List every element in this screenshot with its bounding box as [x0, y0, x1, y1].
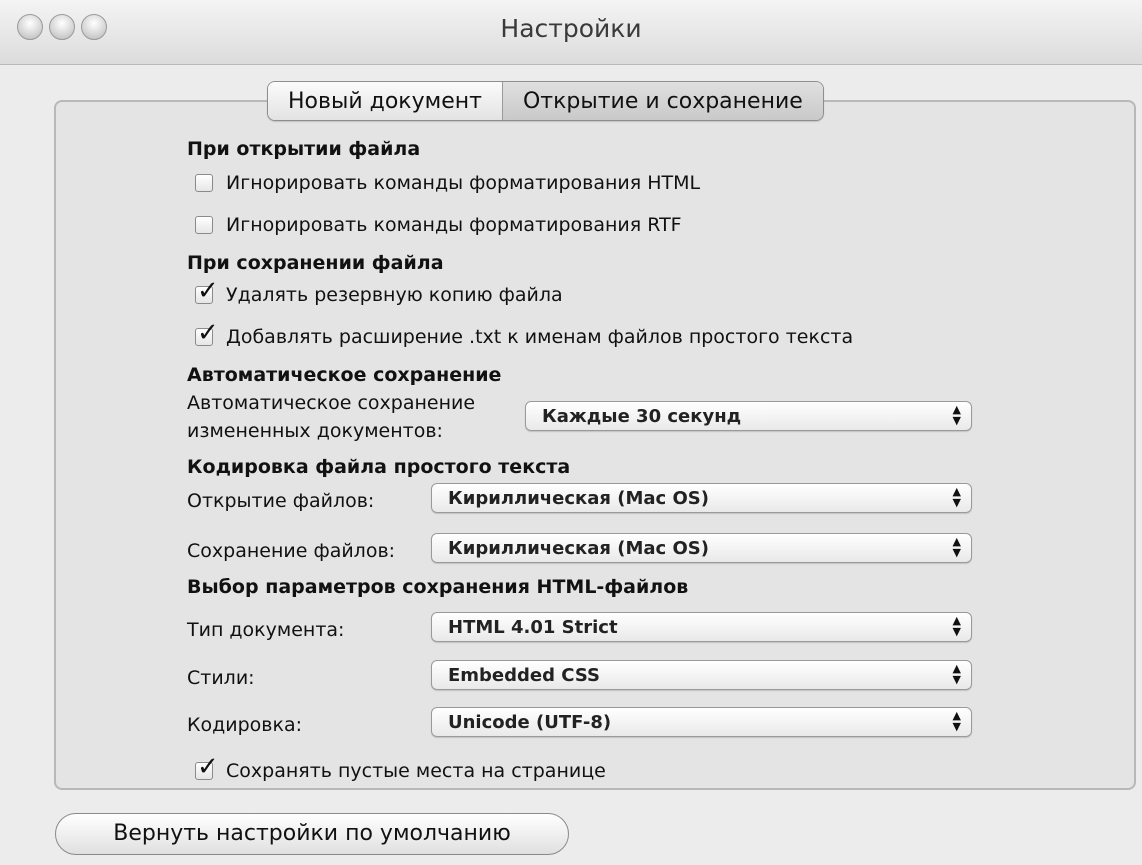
html-encoding-label: Кодировка:	[187, 714, 303, 736]
preserve-whitespace-label: Сохранять пустые места на странице	[226, 760, 606, 782]
delete-backup-label: Удалять резервную копию файла	[226, 284, 563, 306]
popup-arrows-icon: ▲ ▼	[952, 662, 961, 686]
popup-arrows-icon: ▲ ▼	[952, 403, 961, 427]
title-bar: Настройки	[0, 0, 1142, 65]
autosave-label-line1: Автоматическое сохранение	[187, 392, 476, 414]
add-txt-checkbox[interactable]: ✓	[195, 320, 219, 346]
ignore-html-checkbox-row[interactable]: Игнорировать команды форматирования HTML	[195, 172, 700, 194]
ignore-html-checkbox[interactable]	[195, 174, 213, 192]
autosave-interval-popup[interactable]: Каждые 30 секунд ▲ ▼	[525, 401, 972, 431]
save-section-title: При сохранении файла	[187, 252, 444, 274]
checkmark-icon: ✓	[197, 752, 219, 782]
save-encoding-label: Сохранение файлов:	[187, 540, 396, 562]
open-encoding-popup[interactable]: Кириллическая (Mac OS) ▲ ▼	[431, 483, 972, 513]
popup-arrows-icon: ▲ ▼	[952, 709, 961, 733]
open-section-title: При открытии файла	[187, 138, 421, 160]
window-title: Настройки	[500, 14, 642, 43]
preserve-whitespace-checkbox-row[interactable]: ✓ Сохранять пустые места на странице	[195, 754, 606, 782]
autosave-section-title: Автоматическое сохранение	[187, 364, 502, 386]
styles-label: Стили:	[187, 667, 255, 689]
html-encoding-popup[interactable]: Unicode (UTF-8) ▲ ▼	[431, 707, 972, 737]
add-txt-label: Добавлять расширение .txt к именам файло…	[226, 326, 854, 348]
html-encoding-value: Unicode (UTF-8)	[448, 712, 612, 733]
autosave-label-line2: измененных документов:	[187, 420, 443, 442]
styles-value: Embedded CSS	[448, 665, 600, 686]
tab-bar: Новый документ Открытие и сохранение	[267, 81, 824, 121]
doctype-label: Тип документа:	[187, 619, 345, 641]
add-txt-checkbox-row[interactable]: ✓ Добавлять расширение .txt к именам фай…	[195, 320, 854, 348]
open-encoding-value: Кириллическая (Mac OS)	[448, 488, 709, 509]
reset-defaults-button[interactable]: Вернуть настройки по умолчанию	[55, 813, 569, 855]
delete-backup-checkbox-row[interactable]: ✓ Удалять резервную копию файла	[195, 278, 563, 306]
ignore-rtf-checkbox-row[interactable]: Игнорировать команды форматирования RTF	[195, 214, 682, 236]
html-section-title: Выбор параметров сохранения HTML-файлов	[187, 576, 689, 598]
doctype-popup[interactable]: HTML 4.01 Strict ▲ ▼	[431, 612, 972, 642]
styles-popup[interactable]: Embedded CSS ▲ ▼	[431, 660, 972, 690]
doctype-value: HTML 4.01 Strict	[448, 617, 618, 638]
checkmark-icon: ✓	[197, 276, 219, 306]
save-encoding-popup[interactable]: Кириллическая (Mac OS) ▲ ▼	[431, 533, 972, 563]
popup-arrows-icon: ▲ ▼	[952, 614, 961, 638]
ignore-rtf-checkbox[interactable]	[195, 216, 213, 234]
preserve-whitespace-checkbox[interactable]: ✓	[195, 754, 219, 780]
tab-new-document[interactable]: Новый документ	[268, 82, 502, 120]
popup-arrows-icon: ▲ ▼	[952, 485, 961, 509]
delete-backup-checkbox[interactable]: ✓	[195, 278, 219, 304]
checkmark-icon: ✓	[197, 318, 219, 348]
save-encoding-value: Кириллическая (Mac OS)	[448, 538, 709, 559]
popup-arrows-icon: ▲ ▼	[952, 535, 961, 559]
ignore-html-label: Игнорировать команды форматирования HTML	[226, 172, 701, 194]
ignore-rtf-label: Игнорировать команды форматирования RTF	[226, 214, 682, 236]
encoding-section-title: Кодировка файла простого текста	[187, 456, 571, 478]
tab-open-save[interactable]: Открытие и сохранение	[501, 82, 823, 120]
autosave-interval-value: Каждые 30 секунд	[542, 406, 742, 427]
open-encoding-label: Открытие файлов:	[187, 490, 375, 512]
